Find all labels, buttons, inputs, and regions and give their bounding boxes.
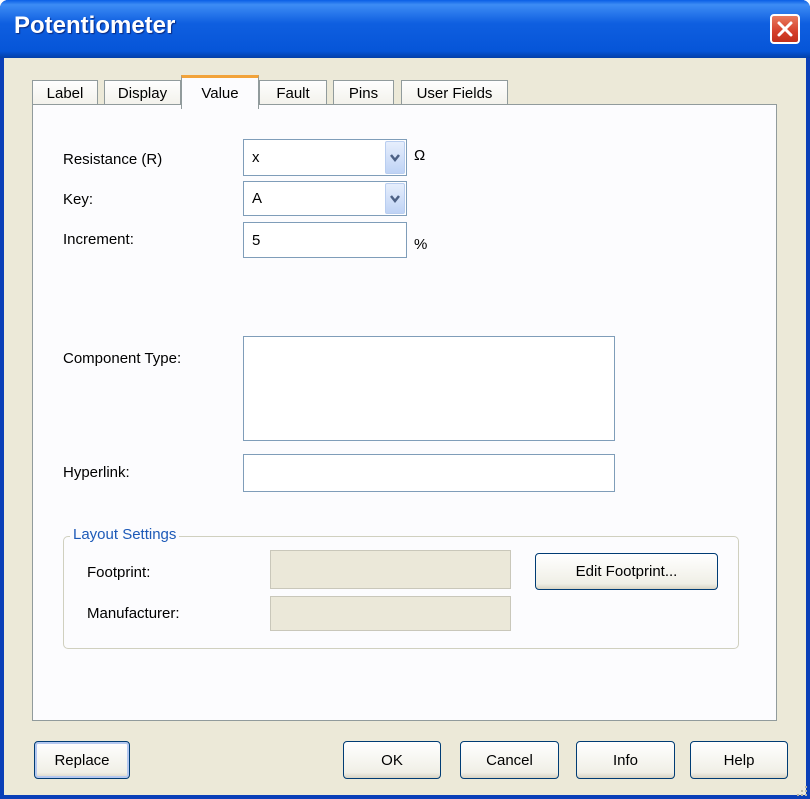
hyperlink-label: Hyperlink:	[63, 464, 130, 481]
key-label: Key:	[63, 191, 94, 208]
resistance-unit: Ω	[414, 147, 426, 164]
chevron-down-icon	[390, 194, 400, 203]
increment-input[interactable]: 5	[243, 222, 407, 258]
increment-label: Increment:	[63, 231, 134, 248]
footprint-label: Footprint:	[87, 564, 151, 581]
help-label: Help	[723, 751, 755, 769]
cancel-button[interactable]: Cancel	[460, 741, 559, 779]
resistance-label: Resistance (R)	[63, 151, 163, 168]
increment-unit: %	[414, 236, 428, 253]
component-type-label: Component Type:	[63, 350, 182, 367]
info-label: Info	[612, 751, 639, 769]
ok-button[interactable]: OK	[343, 741, 441, 779]
key-value: A	[252, 190, 263, 207]
replace-label: Replace	[54, 751, 110, 769]
manufacturer-label: Manufacturer:	[87, 605, 180, 622]
resistance-dropdown-button[interactable]	[385, 141, 405, 174]
info-button[interactable]: Info	[576, 741, 675, 779]
ok-label: OK	[381, 751, 403, 769]
component-type-textarea[interactable]	[243, 336, 615, 441]
key-dropdown-button[interactable]	[385, 183, 405, 214]
increment-value: 5	[252, 231, 261, 249]
resistance-value: x	[252, 149, 260, 166]
hyperlink-input[interactable]	[243, 454, 615, 492]
panel-content: Resistance (R) x Ω Key: A Increment: 5 %…	[0, 0, 810, 799]
replace-button[interactable]: Replace	[34, 741, 130, 779]
key-dropdown[interactable]: A	[243, 181, 407, 216]
manufacturer-field	[270, 596, 511, 631]
footprint-field	[270, 550, 511, 589]
cancel-label: Cancel	[486, 751, 533, 769]
edit-footprint-button[interactable]: Edit Footprint...	[535, 553, 718, 590]
resistance-dropdown[interactable]: x	[243, 139, 407, 176]
chevron-down-icon	[390, 153, 400, 162]
edit-footprint-label: Edit Footprint...	[575, 563, 678, 580]
resize-grip-icon[interactable]	[794, 783, 808, 797]
layout-settings-legend: Layout Settings	[70, 526, 180, 543]
help-button[interactable]: Help	[690, 741, 788, 779]
